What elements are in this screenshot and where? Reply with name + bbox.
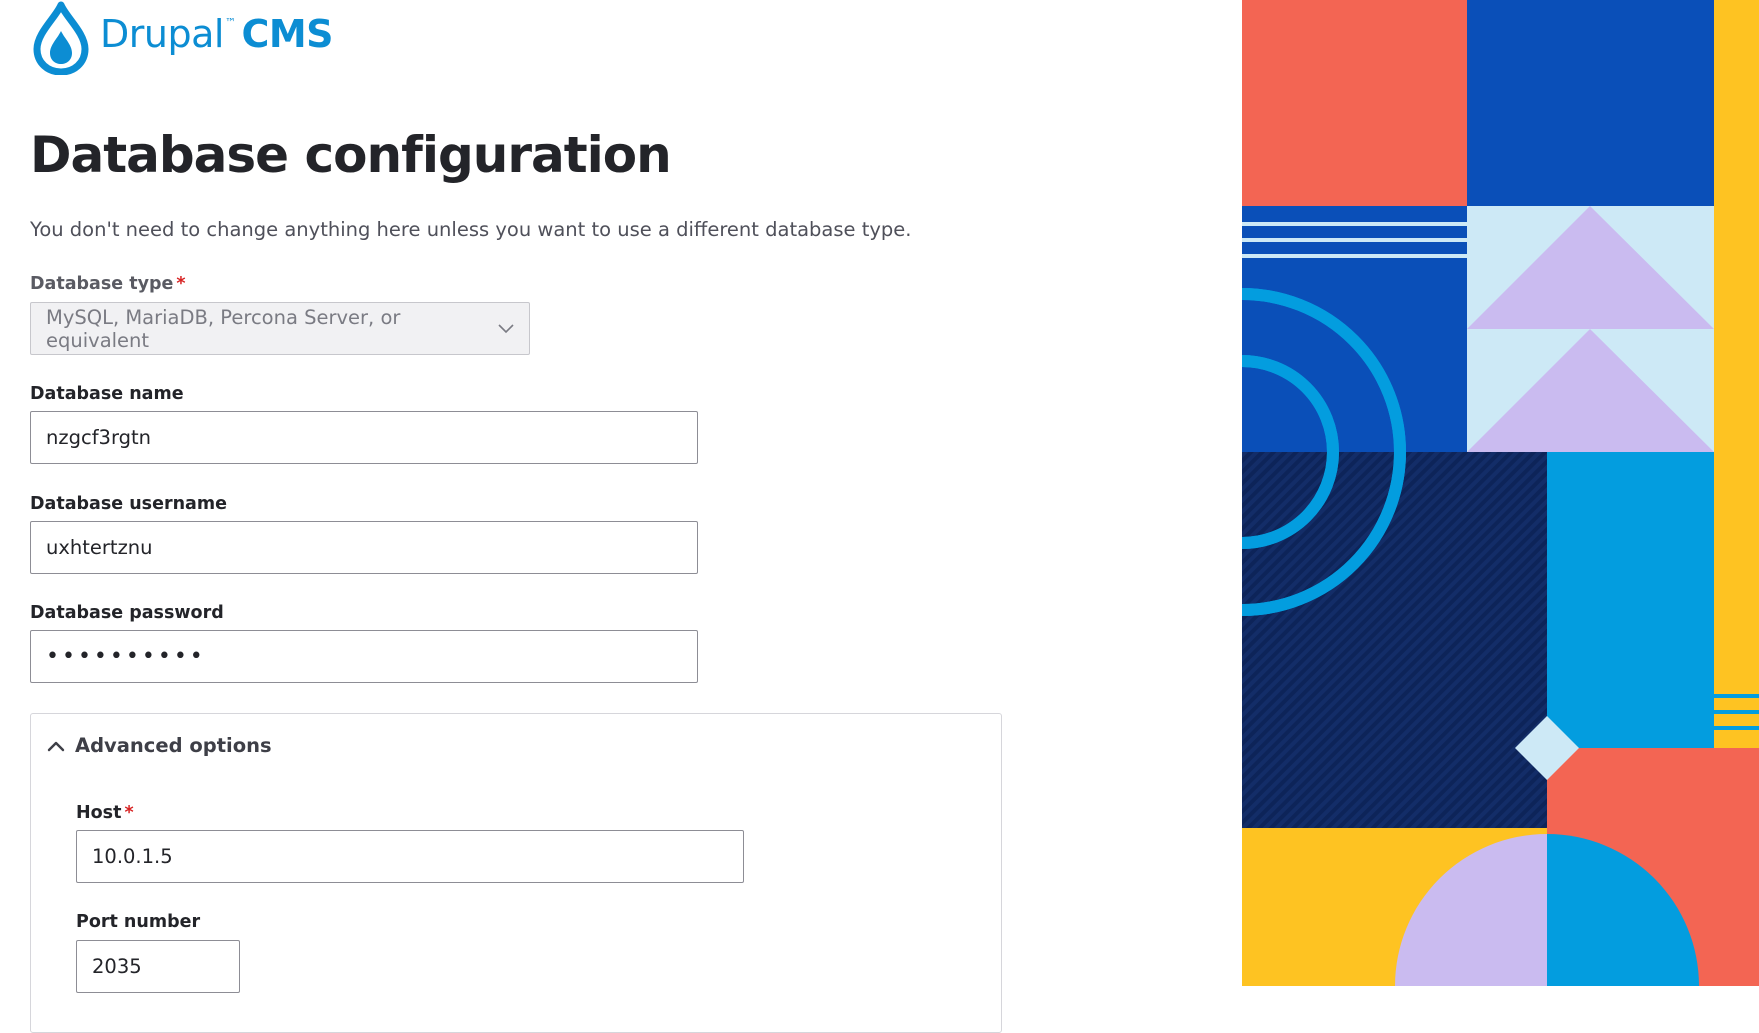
database-username-input[interactable]: uxhtertznu	[30, 521, 698, 574]
database-type-select[interactable]: MySQL, MariaDB, Percona Server, or equiv…	[30, 302, 530, 355]
page-intro: You don't need to change anything here u…	[30, 218, 912, 241]
host-value: 10.0.1.5	[92, 845, 173, 868]
database-password-label: Database password	[30, 603, 224, 623]
decorative-art-panel	[1242, 0, 1759, 986]
chevron-down-icon	[498, 323, 514, 334]
database-name-value: nzgcf3rgtn	[46, 426, 152, 449]
advanced-options-panel: Advanced options Host * 10.0.1.5 Port num…	[30, 713, 1002, 1033]
required-marker: *	[124, 803, 134, 823]
page-title: Database configuration	[30, 126, 672, 184]
port-value: 2035	[92, 955, 142, 978]
password-mask: ••••••••••	[46, 644, 206, 669]
host-input[interactable]: 10.0.1.5	[76, 830, 744, 883]
database-password-input[interactable]: ••••••••••	[30, 630, 698, 683]
logo-wordmark: Drupal™ CMS	[100, 12, 334, 56]
drupal-cms-logo: Drupal™ CMS	[30, 0, 334, 76]
database-username-label: Database username	[30, 494, 227, 514]
port-input[interactable]: 2035	[76, 940, 240, 993]
geometric-artwork	[1242, 0, 1759, 986]
advanced-options-label: Advanced options	[75, 734, 272, 757]
database-name-input[interactable]: nzgcf3rgtn	[30, 411, 698, 464]
chevron-up-icon	[47, 741, 65, 751]
advanced-options-toggle[interactable]: Advanced options	[47, 734, 272, 757]
host-label: Host *	[76, 803, 134, 823]
database-type-label: Database type *	[30, 274, 186, 294]
port-label: Port number	[76, 912, 201, 932]
drupal-drop-icon	[33, 1, 89, 75]
required-marker: *	[176, 274, 186, 294]
database-username-value: uxhtertznu	[46, 536, 153, 559]
database-name-label: Database name	[30, 384, 184, 404]
database-type-value: MySQL, MariaDB, Percona Server, or equiv…	[46, 305, 401, 352]
